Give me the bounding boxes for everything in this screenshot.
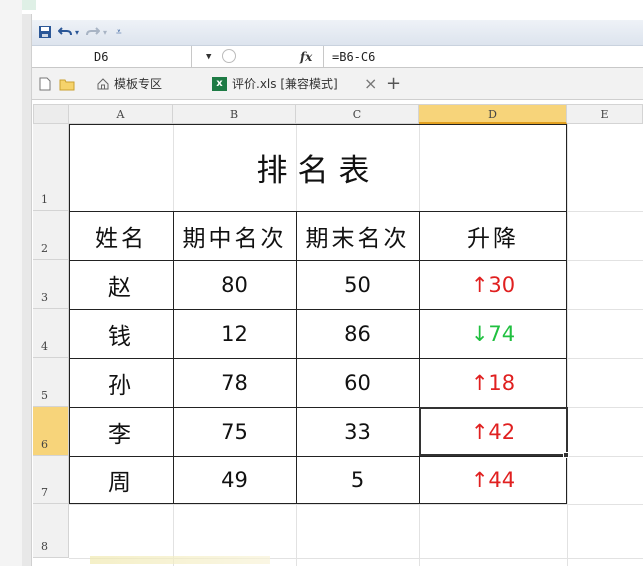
cell-final[interactable]: 86 [296,309,419,358]
header-name[interactable]: 姓名 [69,211,173,260]
template-home-icon[interactable] [96,77,110,94]
row-number: 7 [41,486,48,499]
add-tab-icon[interactable]: + [386,68,401,100]
active-cell-outline [419,407,568,456]
row-number: 1 [41,193,48,206]
row-number: 6 [41,438,48,451]
row-header-3[interactable]: 3 [33,260,69,309]
gridline [567,124,568,566]
excel-file-icon: x [212,77,227,91]
tab-evaluation-file[interactable]: 评价.xls [兼容模式] [232,68,338,100]
new-file-icon[interactable] [39,77,51,94]
cell-change[interactable]: ↑30 [419,260,567,309]
cell-midterm[interactable]: 78 [173,358,296,407]
cell-name[interactable]: 周 [69,456,173,504]
column-header-a[interactable]: A [69,104,173,124]
row-number: 3 [41,291,48,304]
cell-change[interactable]: ↑44 [419,456,567,504]
row-number: 4 [41,340,48,353]
row-header-6[interactable]: 6 [33,407,69,456]
cell-name[interactable]: 孙 [69,358,173,407]
fx-icon[interactable]: fx [300,46,324,68]
column-header-b[interactable]: B [173,104,296,124]
top-accent-strip [22,0,36,10]
row-header-5[interactable]: 5 [33,358,69,407]
cell-change[interactable]: ↑18 [419,358,567,407]
tab-template-zone[interactable]: 模板专区 [114,68,162,100]
cell-name[interactable]: 李 [69,407,173,456]
formula-input[interactable]: =B6-C6 [324,46,375,68]
cell-final[interactable]: 5 [296,456,419,504]
cell-midterm[interactable]: 49 [173,456,296,504]
formula-bar: D6 ▼ fx =B6-C6 [32,46,643,68]
cell-midterm[interactable]: 75 [173,407,296,456]
cell-name[interactable]: 钱 [69,309,173,358]
customize-toolbar-icon[interactable]: ⩡ [116,25,122,41]
row-header-4[interactable]: 4 [33,309,69,358]
redo-icon[interactable] [86,25,101,41]
gridline [69,504,643,505]
undo-icon[interactable] [57,25,72,41]
redo-dropdown-icon[interactable]: ▾ [103,25,107,41]
header-change[interactable]: 升降 [419,211,567,260]
cell-midterm[interactable]: 80 [173,260,296,309]
save-icon[interactable] [38,25,52,41]
page-left-margin [0,0,22,566]
row-header-8[interactable]: 8 [33,504,69,558]
row-header-1[interactable]: 1 [33,124,69,211]
fill-handle[interactable] [563,452,569,458]
cell-name[interactable]: 赵 [69,260,173,309]
quick-access-toolbar: ▾ ▾ ⩡ [32,20,643,46]
cell-final[interactable]: 50 [296,260,419,309]
document-tab-bar: 模板专区 x 评价.xls [兼容模式] × + [32,68,643,100]
cell-final[interactable]: 60 [296,358,419,407]
header-midterm-rank[interactable]: 期中名次 [173,211,296,260]
column-header-c[interactable]: C [296,104,419,124]
undo-dropdown-icon[interactable]: ▾ [75,25,79,41]
table-title[interactable]: 排名表 [69,124,567,211]
window-left-edge [22,14,32,566]
name-box-dropdown-icon[interactable]: ▼ [206,46,211,68]
row-number: 2 [41,242,48,255]
row-number: 8 [41,540,48,553]
cell-final[interactable]: 33 [296,407,419,456]
open-folder-icon[interactable] [59,77,75,94]
row-header-2[interactable]: 2 [33,211,69,260]
row-number: 5 [41,389,48,402]
cell-change[interactable]: ↓74 [419,309,567,358]
partial-content-below [90,556,270,564]
column-header-d[interactable]: D [419,104,567,124]
row-header-7[interactable]: 7 [33,456,69,504]
cancel-formula-icon[interactable] [222,49,236,63]
cell-midterm[interactable]: 12 [173,309,296,358]
select-all-corner[interactable] [33,104,69,124]
header-final-rank[interactable]: 期末名次 [296,211,419,260]
column-header-e[interactable]: E [567,104,643,124]
close-tab-icon[interactable]: × [364,68,377,100]
name-box[interactable]: D6 [32,46,192,68]
